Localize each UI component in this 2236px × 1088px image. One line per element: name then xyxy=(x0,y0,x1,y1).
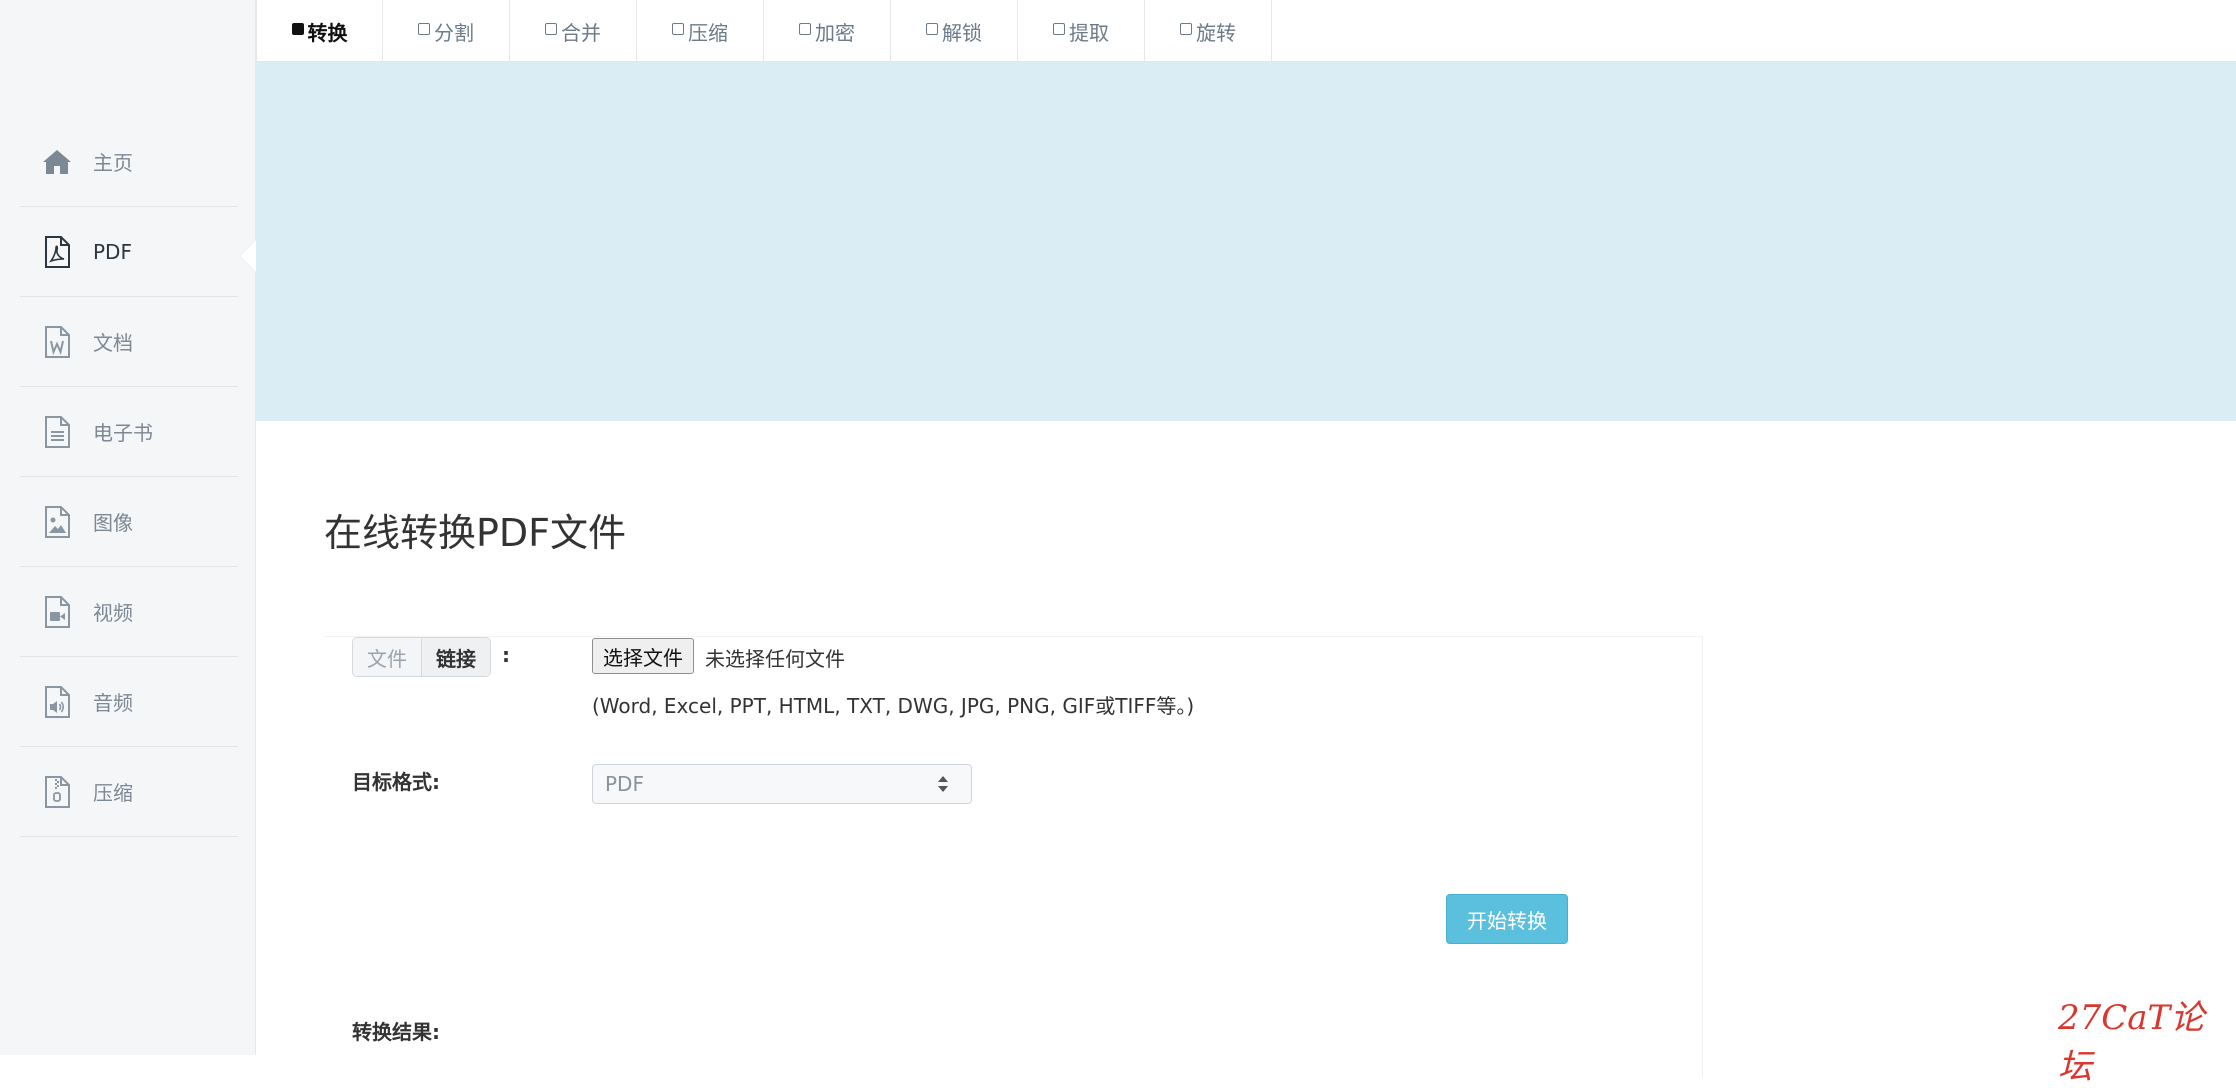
tab-encrypt[interactable]: 加密 xyxy=(764,0,891,62)
checkbox-icon xyxy=(1053,23,1065,35)
checkbox-icon xyxy=(291,23,304,35)
sidebar-item-pdf[interactable]: PDF xyxy=(20,207,238,297)
source-label-colon: : xyxy=(502,643,510,667)
tab-extract[interactable]: 提取 xyxy=(1018,0,1145,62)
sidebar: 主页 PDF 文档 电子书 图像 视频 音频 压缩 xyxy=(0,0,256,1055)
start-convert-button[interactable]: 开始转换 xyxy=(1446,894,1568,944)
sidebar-item-label: 压缩 xyxy=(93,781,133,805)
sidebar-item-label: PDF xyxy=(93,239,132,264)
banner-area xyxy=(256,62,2236,421)
sidebar-item-document[interactable]: 文档 xyxy=(20,297,238,387)
page-title: 在线转换PDF文件 xyxy=(324,511,627,555)
sidebar-item-label: 视频 xyxy=(93,601,133,625)
tab-compress[interactable]: 压缩 xyxy=(637,0,764,62)
target-format-select[interactable]: PDF xyxy=(592,764,972,804)
sidebar-item-label: 主页 xyxy=(93,151,133,175)
checkbox-icon xyxy=(1180,23,1192,35)
choose-file-button[interactable]: 选择文件 xyxy=(592,638,694,674)
tab-convert[interactable]: 转换 xyxy=(256,0,383,62)
checkbox-icon xyxy=(799,23,811,35)
tab-rotate[interactable]: 旋转 xyxy=(1145,0,1272,62)
sidebar-item-archive[interactable]: 压缩 xyxy=(20,747,238,837)
tab-unlock[interactable]: 解锁 xyxy=(891,0,1018,62)
sidebar-item-ebook[interactable]: 电子书 xyxy=(20,387,238,477)
tab-split[interactable]: 分割 xyxy=(383,0,510,62)
sidebar-item-video[interactable]: 视频 xyxy=(20,567,238,657)
sidebar-item-label: 电子书 xyxy=(93,421,153,445)
supported-formats-hint: (Word, Excel, PPT, HTML, TXT, DWG, JPG, … xyxy=(592,694,1195,718)
sidebar-item-label: 图像 xyxy=(93,511,133,535)
sidebar-item-audio[interactable]: 音频 xyxy=(20,657,238,747)
active-item-pointer xyxy=(240,240,256,272)
file-status-text: 未选择任何文件 xyxy=(705,647,845,671)
pdf-file-icon xyxy=(40,235,74,269)
tab-merge[interactable]: 合并 xyxy=(510,0,637,62)
source-file-button[interactable]: 文件 xyxy=(353,638,422,676)
home-icon xyxy=(40,145,74,179)
sidebar-item-label: 音频 xyxy=(93,691,133,715)
checkbox-icon xyxy=(418,23,430,35)
target-format-label: 目标格式: xyxy=(352,770,440,794)
watermark-logo: 27CaT论坛 xyxy=(2058,998,2205,1087)
image-file-icon xyxy=(40,505,74,539)
sidebar-item-image[interactable]: 图像 xyxy=(20,477,238,567)
target-format-value: PDF xyxy=(605,772,644,796)
result-label: 转换结果: xyxy=(352,1020,440,1044)
sidebar-item-label: 文档 xyxy=(93,331,133,355)
video-file-icon xyxy=(40,595,74,629)
word-file-icon xyxy=(40,325,74,359)
select-arrows-icon xyxy=(938,776,948,792)
checkbox-icon xyxy=(926,23,938,35)
audio-file-icon xyxy=(40,685,74,719)
checkbox-icon xyxy=(672,23,684,35)
ebook-file-icon xyxy=(40,415,74,449)
sidebar-item-home[interactable]: 主页 xyxy=(20,117,238,207)
source-link-button[interactable]: 链接 xyxy=(422,638,490,676)
checkbox-icon xyxy=(545,23,557,35)
pdf-tool-tabs: 转换 分割 合并 压缩 加密 解锁 提取 旋转 xyxy=(256,0,2236,62)
source-type-toggle: 文件 链接 xyxy=(352,637,491,677)
zip-file-icon xyxy=(40,775,74,809)
